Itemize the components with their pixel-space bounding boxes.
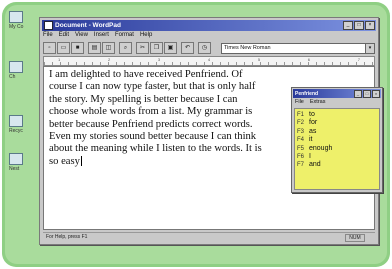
desktop-icon-label: My Co: [9, 24, 24, 30]
print-icon[interactable]: ▤: [88, 42, 101, 54]
desktop-icon-my-computer[interactable]: My Co: [9, 11, 35, 30]
text-cursor: [80, 156, 82, 167]
window-title: Document - WordPad: [55, 22, 121, 29]
prediction-key: F5: [297, 145, 305, 152]
prediction-item[interactable]: F4 it: [297, 136, 379, 144]
ruler-number: 1: [58, 57, 61, 62]
prediction-key: F7: [297, 162, 305, 169]
recycle-bin-icon: [9, 115, 23, 127]
desktop-icon-label: Nest: [9, 166, 20, 172]
prediction-key: F4: [297, 137, 305, 144]
prediction-menu-extras[interactable]: Extras: [310, 99, 326, 105]
prediction-word: for: [309, 119, 318, 127]
open-folder-icon[interactable]: ▭: [57, 42, 70, 54]
menu-bar: File Edit View Insert Format Help: [43, 32, 152, 41]
prediction-menu-file[interactable]: File: [295, 99, 304, 105]
maximize-button[interactable]: □: [363, 89, 371, 98]
prediction-word: and: [309, 161, 321, 169]
copy-icon[interactable]: ❐: [150, 42, 163, 54]
close-button[interactable]: ×: [372, 89, 380, 98]
document-body[interactable]: I am delighted to have received Penfrien…: [49, 69, 264, 168]
prediction-item[interactable]: F7 and: [297, 161, 379, 169]
desktop-icon-label: Ch: [9, 74, 16, 80]
folder-icon: [9, 61, 23, 73]
prediction-word: enough: [309, 144, 333, 152]
ruler-number: 2: [107, 57, 111, 62]
prediction-item[interactable]: F6 I: [297, 153, 379, 161]
title-bar[interactable]: Document - WordPad _ □ ×: [42, 20, 376, 31]
num-lock-indicator: NUM: [345, 234, 365, 242]
print-preview-icon[interactable]: ◫: [102, 42, 115, 54]
status-bar: For Help, press F1 NUM: [43, 232, 375, 242]
desktop-icon-2[interactable]: Ch: [9, 61, 35, 80]
menu-help[interactable]: Help: [140, 32, 152, 41]
prediction-key: F3: [297, 128, 305, 135]
document-text: I am delighted to have received Penfrien…: [49, 69, 262, 167]
find-icon[interactable]: ⌕: [119, 42, 132, 54]
undo-icon[interactable]: ↶: [181, 42, 194, 54]
menu-format[interactable]: Format: [115, 32, 134, 41]
desktop-icon-recycle-bin[interactable]: Recyc: [9, 115, 35, 134]
font-select-value: Times New Roman: [224, 44, 271, 51]
wordpad-icon: [44, 21, 53, 30]
screenshot-frame: My Co Ch Recyc Nest Document - WordPad _…: [2, 2, 390, 267]
prediction-word: as: [309, 127, 317, 135]
minimize-button[interactable]: _: [343, 21, 353, 30]
network-icon: [9, 153, 23, 165]
ruler-number: 3: [157, 57, 161, 62]
desktop-icon-network[interactable]: Nest: [9, 153, 35, 172]
ruler-number: 6: [307, 57, 310, 62]
desktop: My Co Ch Recyc Nest Document - WordPad _…: [5, 5, 387, 264]
prediction-item[interactable]: F3 as: [297, 128, 379, 136]
prediction-key: F6: [297, 154, 305, 161]
ruler-number: 4: [207, 57, 211, 62]
maximize-button[interactable]: □: [354, 21, 364, 30]
prediction-item[interactable]: F5 enough: [297, 145, 379, 153]
status-help-text: For Help, press F1: [46, 234, 88, 240]
save-icon[interactable]: ■: [71, 42, 84, 54]
toolbar: ▫ ▭ ■ ▤ ◫ ⌕ ✂ ❐ ▣ ↶ ◷ Times New Roman ▾: [43, 42, 375, 54]
prediction-word: it: [309, 136, 313, 144]
menu-insert[interactable]: Insert: [94, 32, 109, 41]
prediction-item[interactable]: F1 to: [297, 111, 379, 119]
ruler-number: 5: [257, 57, 261, 62]
ruler-numbers: 1 2 3 4 5 6 7: [44, 57, 374, 62]
date-time-icon[interactable]: ◷: [198, 42, 211, 54]
font-select[interactable]: Times New Roman ▾: [221, 42, 375, 54]
cut-icon[interactable]: ✂: [136, 42, 149, 54]
prediction-key: F1: [297, 112, 305, 118]
menu-edit[interactable]: Edit: [59, 32, 69, 41]
word-prediction-window: Penfriend _ □ × File Extras F1 to F2 for F…: [291, 87, 383, 193]
menu-file[interactable]: File: [43, 32, 53, 41]
paste-icon[interactable]: ▣: [164, 42, 177, 54]
prediction-title: Penfriend: [295, 90, 319, 97]
prediction-item[interactable]: F2 for: [297, 119, 379, 127]
prediction-key: F2: [297, 120, 305, 127]
close-button[interactable]: ×: [365, 21, 375, 30]
prediction-title-bar[interactable]: Penfriend _ □ ×: [293, 89, 381, 98]
desktop-icon-label: Recyc: [9, 128, 23, 134]
ruler[interactable]: 1 2 3 4 5 6 7: [43, 56, 375, 66]
prediction-list: F1 to F2 for F3 as F4 it F5 enough F6 I F7 and: [294, 108, 380, 190]
prediction-word: to: [309, 111, 315, 118]
computer-icon: [9, 11, 23, 23]
prediction-menu-bar: File Extras: [295, 99, 325, 105]
chevron-down-icon[interactable]: ▾: [365, 43, 374, 53]
minimize-button[interactable]: _: [354, 89, 362, 98]
menu-view[interactable]: View: [75, 32, 88, 41]
new-document-icon[interactable]: ▫: [43, 42, 56, 54]
ruler-number: 7: [357, 57, 360, 62]
prediction-word: I: [309, 153, 311, 161]
